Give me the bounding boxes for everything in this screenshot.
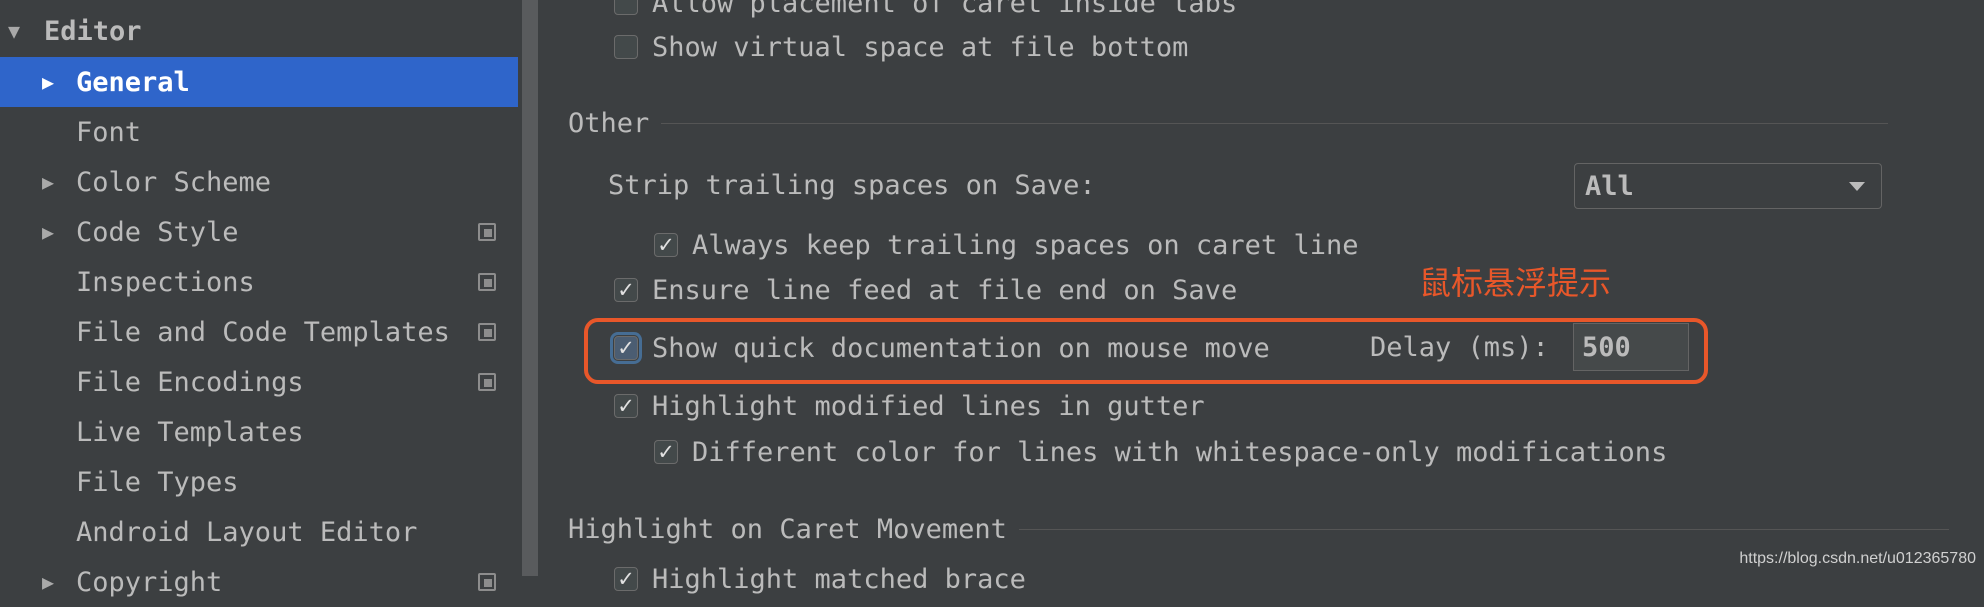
expanded-arrow-icon[interactable]: ▼ (8, 19, 20, 43)
collapsed-arrow-icon[interactable]: ▶ (42, 220, 54, 244)
option-label: Always keep trailing spaces on caret lin… (692, 229, 1359, 261)
option-keep-trailing-spaces[interactable]: ✓ Always keep trailing spaces on caret l… (654, 228, 1358, 262)
option-label: Highlight modified lines in gutter (652, 390, 1205, 422)
option-allow-caret-inside-tabs[interactable]: Allow placement of caret inside tabs (614, 0, 1238, 19)
tree-item-file-and-code-templates[interactable]: File and Code Templates (0, 307, 518, 357)
project-settings-icon (478, 373, 496, 391)
tree-item-label: Font (76, 116, 142, 148)
tree-item-label: Copyright (76, 566, 223, 598)
select-value: All (1585, 170, 1634, 202)
checkbox[interactable]: ✓ (614, 278, 638, 302)
section-divider (1018, 528, 1949, 530)
collapsed-arrow-icon[interactable]: ▶ (42, 70, 54, 94)
tree-item-live-templates[interactable]: Live Templates (0, 407, 518, 457)
section-other: Other (568, 106, 1889, 140)
collapsed-arrow-icon[interactable]: ▶ (42, 570, 54, 594)
chevron-down-icon (1849, 182, 1865, 191)
strip-trailing-spaces-label: Strip trailing spaces on Save: (608, 167, 1096, 203)
tree-item-label: Code Style (76, 216, 239, 248)
section-highlight-caret: Highlight on Caret Movement (568, 512, 1949, 546)
tree-item-copyright[interactable]: ▶ Copyright (0, 557, 518, 607)
tree-item-label: General (76, 66, 190, 98)
tree-item-label: Color Scheme (76, 166, 272, 198)
collapsed-arrow-icon[interactable]: ▶ (42, 170, 54, 194)
checkbox[interactable] (614, 35, 638, 59)
tree-item-label: File Encodings (76, 366, 304, 398)
tree-item-inspections[interactable]: Inspections (0, 257, 518, 307)
option-highlight-modified-lines[interactable]: ✓ Highlight modified lines in gutter (614, 389, 1205, 423)
checkbox[interactable]: ✓ (654, 233, 678, 257)
project-settings-icon (478, 273, 496, 291)
option-ensure-line-feed[interactable]: ✓ Ensure line feed at file end on Save (614, 273, 1237, 307)
option-label: Show virtual space at file bottom (652, 31, 1189, 63)
checkbox[interactable] (614, 0, 638, 15)
tree-item-font[interactable]: Font (0, 107, 518, 157)
sidebar-scrollbar[interactable] (522, 0, 538, 576)
tree-item-label: Inspections (76, 266, 255, 298)
checkbox[interactable]: ✓ (614, 394, 638, 418)
project-settings-icon (478, 223, 496, 241)
tree-item-general[interactable]: ▶ General (0, 57, 518, 107)
tree-item-android-layout-editor[interactable]: Android Layout Editor (0, 507, 518, 557)
tree-item-label: Editor (44, 15, 142, 47)
section-divider (661, 122, 1889, 124)
tree-item-file-types[interactable]: File Types (0, 457, 518, 507)
option-label: Allow placement of caret inside tabs (652, 0, 1238, 19)
option-show-virtual-space[interactable]: Show virtual space at file bottom (614, 30, 1188, 64)
option-label: Ensure line feed at file end on Save (652, 274, 1238, 306)
tree-item-label: Android Layout Editor (76, 516, 418, 548)
tree-item-file-encodings[interactable]: File Encodings (0, 357, 518, 407)
checkbox[interactable]: ✓ (654, 440, 678, 464)
tree-item-label: Live Templates (76, 416, 304, 448)
project-settings-icon (478, 323, 496, 341)
tree-item-label: File Types (76, 466, 239, 498)
settings-tree: ▼ Editor ▶ General Font ▶ Color Scheme ▶… (0, 0, 518, 598)
watermark: https://blog.csdn.net/u012365780 (1739, 550, 1976, 567)
option-label: Highlight matched brace (652, 563, 1026, 595)
checkbox[interactable]: ✓ (614, 567, 638, 591)
section-title: Highlight on Caret Movement (568, 513, 1007, 545)
tree-item-color-scheme[interactable]: ▶ Color Scheme (0, 157, 518, 207)
annotation-label: 鼠标悬浮提示 (1419, 264, 1612, 302)
option-highlight-matched-brace[interactable]: ✓ Highlight matched brace (614, 562, 1026, 596)
option-label: Different color for lines with whitespac… (692, 436, 1668, 468)
section-title: Other (568, 107, 650, 139)
option-different-color-whitespace[interactable]: ✓ Different color for lines with whitesp… (654, 435, 1667, 469)
tree-item-label: File and Code Templates (76, 316, 450, 348)
tree-item-editor[interactable]: ▼ Editor (0, 6, 518, 56)
field-label: Strip trailing spaces on Save: (608, 169, 1096, 201)
strip-trailing-spaces-select[interactable]: All (1574, 163, 1882, 209)
tree-item-code-style[interactable]: ▶ Code Style (0, 207, 518, 257)
annotation-highlight-box (584, 318, 1708, 384)
